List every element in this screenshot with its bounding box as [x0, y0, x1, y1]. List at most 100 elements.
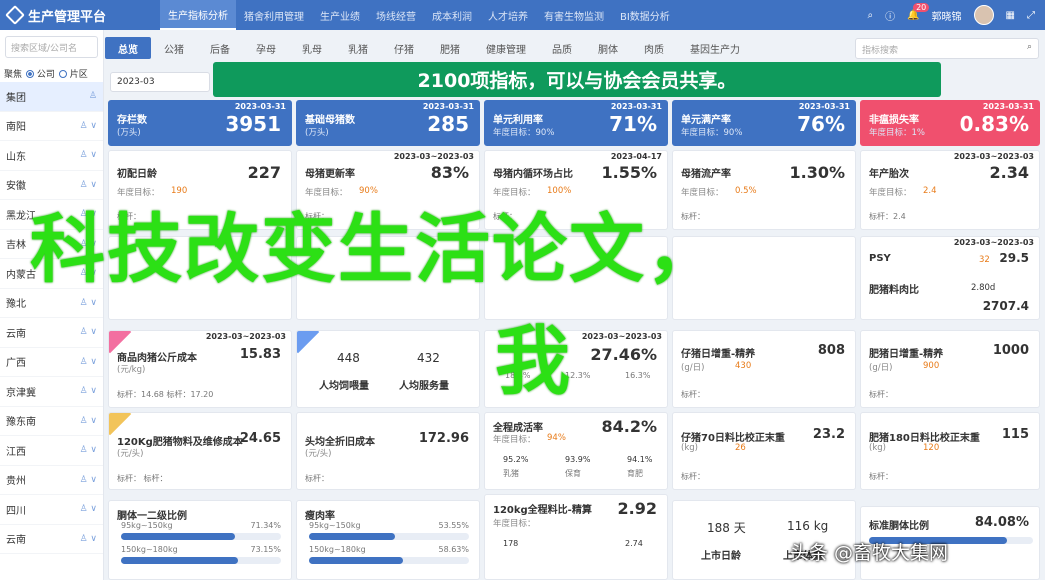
tab[interactable]: 公猪 [151, 37, 197, 59]
stat-value: 188 天 [707, 521, 746, 535]
sidebar-actions-icon[interactable]: ♙ ∨ [79, 534, 97, 544]
sidebar-actions-icon[interactable]: ♙ ∨ [79, 475, 97, 485]
kpi-card[interactable]: 2023-03~2023-03 年产胎次 年度目标： 2.4 2.34 标杆：2.4 [860, 150, 1040, 230]
tab[interactable]: 肥猪 [427, 37, 473, 59]
sidebar-actions-icon[interactable]: ♙ ∨ [79, 150, 97, 160]
progress-bar [121, 557, 281, 564]
nav-farm-operations[interactable]: 场线经营 [368, 0, 424, 30]
sidebar-item[interactable]: 贵州 ♙ ∨ [0, 466, 103, 495]
app-logo[interactable]: 生产管理平台 [0, 5, 160, 25]
sidebar-actions-icon[interactable]: ♙ ∨ [79, 357, 97, 367]
tab[interactable]: 乳母 [289, 37, 335, 59]
tab[interactable]: 品质 [539, 37, 585, 59]
search-icon[interactable]: ⌕ [867, 10, 873, 21]
sidebar-item[interactable]: 京津冀 ♙ ∨ [0, 377, 103, 407]
overlay-caption: 科技改变生活论文， [30, 205, 724, 293]
radio-zone[interactable]: 片区 [58, 67, 88, 80]
stat-value: 178 [503, 539, 519, 548]
card-subtitle: (元/头) [305, 449, 332, 459]
card-benchmark: 标杆：2.4 [869, 212, 906, 221]
tab[interactable]: 健康管理 [473, 37, 539, 59]
kpi-card[interactable]: 胴体一二级比例 95kg~150kg 71.34% 150kg~180kg 73.15% [108, 500, 292, 580]
kpi-card[interactable]: 瘦肉率 95kg~150kg 53.55% 150kg~180kg 58.63% [296, 500, 480, 580]
sidebar-item[interactable]: 云南 ♙ ∨ [0, 525, 103, 554]
sidebar-actions-icon[interactable]: ♙ ∨ [79, 121, 97, 131]
overlay-caption-2: 我 [495, 317, 571, 405]
kpi-card[interactable]: 肥猪180日料比校正末重 (kg) 120 115 标杆： [860, 412, 1040, 490]
progress-bar [121, 533, 281, 540]
sidebar-item-label: 四川 [6, 505, 26, 517]
sidebar-actions-icon[interactable]: ♙ ∨ [79, 445, 97, 455]
tab[interactable]: 基因生产力 [677, 37, 753, 59]
sidebar-item-label: 贵州 [6, 476, 26, 488]
nav-pest-monitoring[interactable]: 有害生物监测 [536, 0, 612, 30]
kpi-card[interactable]: 2023-03-31 单元利用率 年度目标：90% 71% [484, 100, 668, 146]
sidebar-actions-icon[interactable]: ♙ [89, 91, 97, 101]
kpi-card[interactable]: 2023-03-31 存栏数 (万头) 3951 [108, 100, 292, 146]
nav-bi[interactable]: BI数据分析 [612, 0, 678, 30]
kpi-card[interactable]: 2023-03-31 单元满产率 年度目标：90% 76% [672, 100, 856, 146]
tab[interactable]: 胴体 [585, 37, 631, 59]
help-icon[interactable]: ⓘ [885, 8, 895, 23]
nav-talent[interactable]: 人才培养 [480, 0, 536, 30]
fullscreen-icon[interactable]: ⤢ [1027, 10, 1035, 21]
kpi-card[interactable]: 2023-03~2023-03 商品肉猪公斤成本 (元/kg) 15.83 标杆：14.… [108, 330, 292, 408]
card-target: 32 [979, 255, 990, 265]
date-picker[interactable]: 2023-03 [110, 72, 210, 92]
sidebar-item[interactable]: 山东 ♙ ∨ [0, 141, 103, 171]
card-title: 胴体一二级比例 [117, 511, 187, 522]
card-value: 227 [247, 163, 281, 182]
nav-performance[interactable]: 生产业绩 [312, 0, 368, 30]
kpi-card[interactable]: 头均全折旧成本 (元/头) 172.96 标杆： [296, 412, 480, 490]
sidebar-actions-icon[interactable]: ♙ ∨ [79, 386, 97, 396]
indicator-search-input[interactable]: 指标搜索 ⌕ [855, 38, 1039, 59]
tab[interactable]: 孕母 [243, 37, 289, 59]
tab[interactable]: 仔猪 [381, 37, 427, 59]
bell-icon[interactable]: 🔔 20 [907, 2, 930, 21]
grid-icon[interactable]: ▦ [1006, 10, 1015, 21]
kpi-card[interactable]: 2023-03-31 非瘟损失率 年度目标：1% 0.83% [860, 100, 1040, 146]
nav-production-analysis[interactable]: 生产指标分析 [160, 0, 236, 30]
kpi-card[interactable]: 448 432 人均饲喂量 人均服务量 [296, 330, 480, 408]
radio-zone-label: 片区 [69, 69, 88, 80]
sidebar-item[interactable]: 南阳 ♙ ∨ [0, 112, 103, 141]
kpi-card[interactable]: 120kg全程料比-精算 2.92 年度目标： 178 2.74 [484, 494, 668, 580]
kpi-card[interactable]: 肥猪日增重-精养 (g/日) 900 1000 标杆： [860, 330, 1040, 408]
card-subtitle: (kg) [869, 443, 886, 453]
sidebar-search-input[interactable]: 搜索区域/公司名 [5, 36, 98, 58]
sidebar-item[interactable]: 云南 ♙ ∨ [0, 318, 103, 348]
kpi-card[interactable]: 仔猪日增重-精养 (g/日) 430 808 标杆： [672, 330, 856, 408]
sidebar-actions-icon[interactable]: ♙ ∨ [79, 416, 97, 426]
sidebar-item[interactable]: 豫东南 ♙ ∨ [0, 407, 103, 436]
card-value: 808 [817, 343, 845, 358]
kpi-card[interactable]: 120Kg肥猪物料及维修成本 (元/头) 24.65 标杆： 标杆： [108, 412, 292, 490]
kpi-card[interactable]: 2023-03~2023-03 PSY 32 29.5 肥猪料肉比 2.80d 2707.4 [860, 236, 1040, 320]
avatar[interactable] [973, 5, 994, 25]
nav-cost-profit[interactable]: 成本利润 [424, 0, 480, 30]
card-benchmark: 标杆： [869, 390, 893, 399]
tab[interactable]: 总览 [105, 37, 151, 59]
kpi-card[interactable]: 仔猪70日料比校正末重 (kg) 26 23.2 标杆： [672, 412, 856, 490]
user-name[interactable]: 郭晓锦 [932, 8, 962, 23]
card-value: 1.55% [601, 163, 657, 182]
radio-company[interactable]: 公司 [26, 67, 55, 80]
kpi-card[interactable]: 全程成活率 年度目标： 94% 84.2% 95.2% 乳猪 93.9% 保育 94.1% 育肥 [484, 412, 668, 490]
radio-company-label: 公司 [36, 69, 55, 80]
sidebar-item[interactable]: 江西 ♙ ∨ [0, 436, 103, 466]
kpi-card[interactable]: 2023-03-31 基础母猪数 (万头) 285 [296, 100, 480, 146]
tab[interactable]: 乳猪 [335, 37, 381, 59]
tab[interactable]: 肉质 [631, 37, 677, 59]
sidebar-item[interactable]: 广西 ♙ ∨ [0, 348, 103, 377]
stat-label: 人均服务量 [399, 381, 449, 392]
tab[interactable]: 后备 [197, 37, 243, 59]
card-value: 76% [797, 112, 845, 136]
card-value: 1.30% [789, 163, 845, 182]
sidebar-actions-icon[interactable]: ♙ ∨ [79, 504, 97, 514]
sidebar-item[interactable]: 四川 ♙ ∨ [0, 495, 103, 525]
nav-barn-usage[interactable]: 猪舍利用管理 [236, 0, 312, 30]
card-value: 115 [1001, 427, 1029, 442]
sidebar-actions-icon[interactable]: ♙ ∨ [79, 327, 97, 337]
sidebar-actions-icon[interactable]: ♙ ∨ [79, 298, 97, 308]
card-subtitle: 年度目标：90% [493, 128, 555, 138]
sidebar-item[interactable]: 集团 ♙ [0, 82, 103, 112]
